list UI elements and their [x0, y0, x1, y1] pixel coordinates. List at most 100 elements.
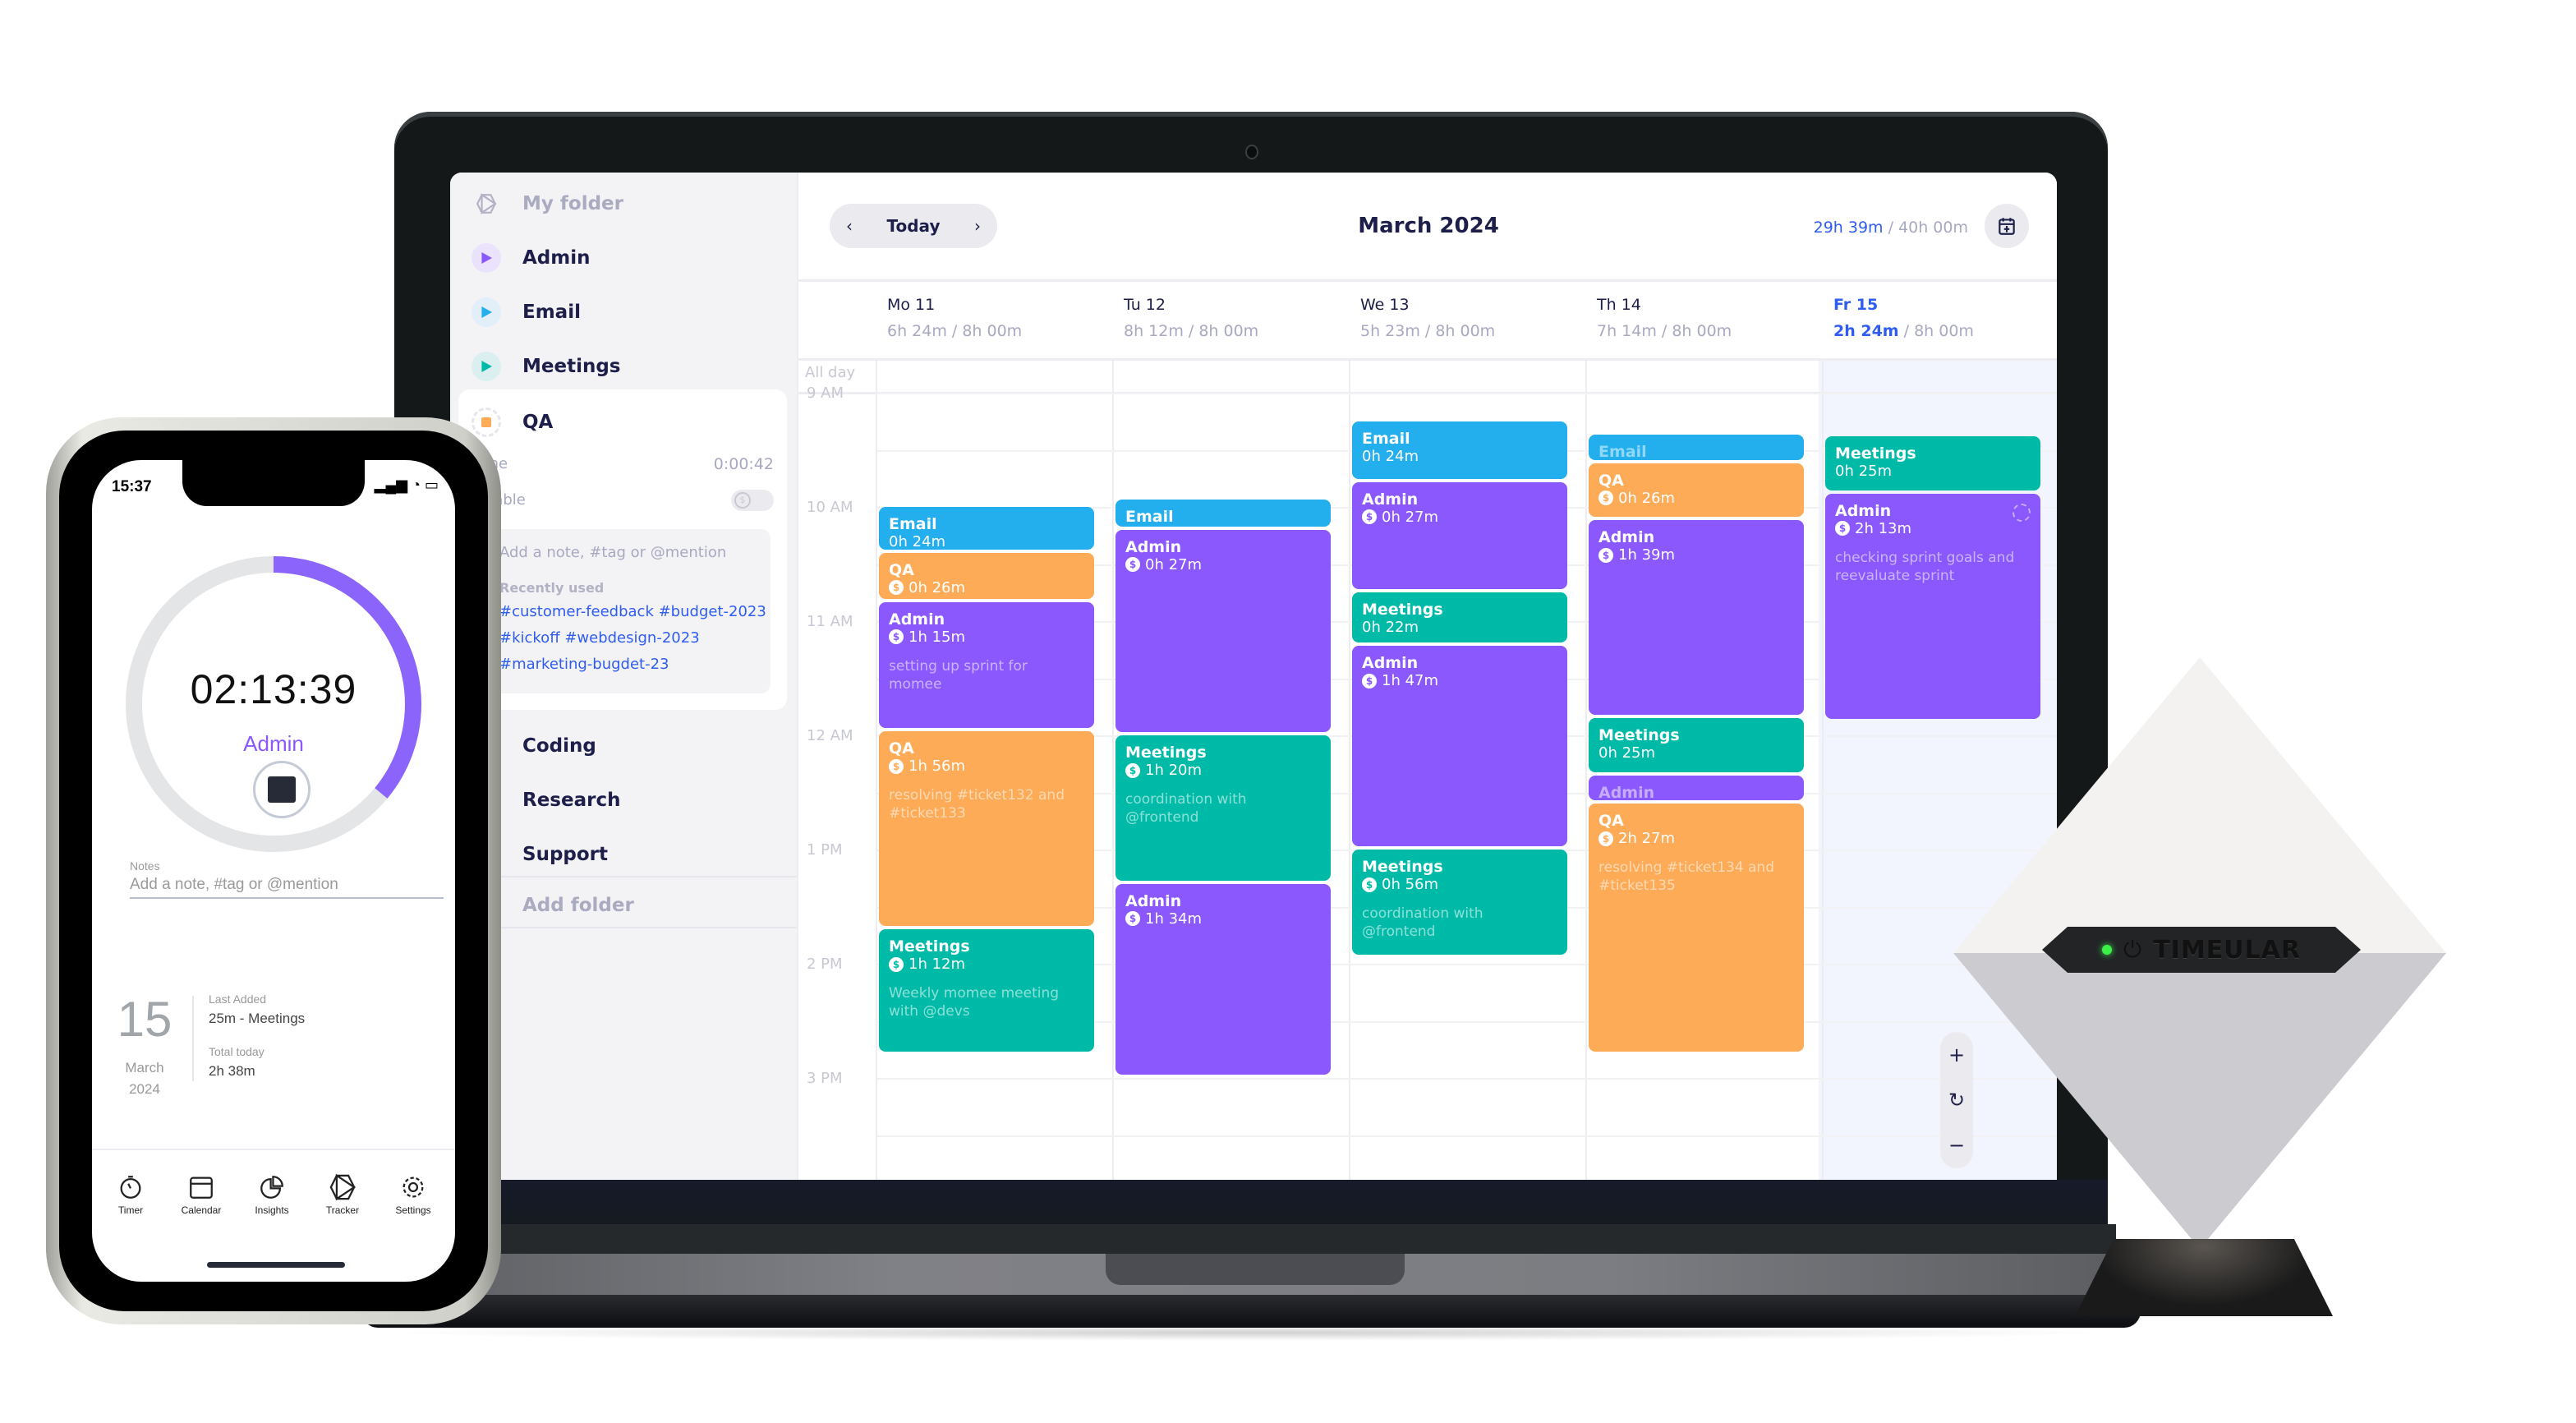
date-month: March [125, 1060, 164, 1075]
notes-input[interactable]: Add a note, #tag or @mention [130, 876, 444, 899]
add-folder-label: Add folder [522, 895, 634, 916]
sidebar-item-support[interactable]: Support [522, 833, 608, 876]
play-icon[interactable] [472, 297, 501, 327]
sidebar-item-email[interactable]: Email [472, 291, 581, 334]
time-entry[interactable]: Email0h 24m [1352, 421, 1567, 479]
notes-label: Notes [130, 859, 160, 873]
time-entry[interactable]: Meetings 0h 22m [1352, 592, 1567, 643]
day-header[interactable]: Tu 12 8h 12m / 8h 00m [1124, 296, 1258, 340]
entry-duration: 0h 25m [1598, 744, 1656, 762]
tab-insights[interactable]: Insights [237, 1173, 307, 1216]
day-header[interactable]: Mo 11 6h 24m / 8h 00m [887, 296, 1022, 340]
all-day-row [798, 358, 2057, 394]
time-entry[interactable]: Meetings $0h 56m coordination with @fronte… [1352, 850, 1567, 956]
tab-calendar[interactable]: Calendar [166, 1173, 237, 1216]
time-entry[interactable]: Admin $1h 39m [1589, 520, 1804, 716]
entry-title: Meetings [1125, 744, 1207, 762]
sidebar-item-research[interactable]: Research [522, 779, 620, 822]
time-entry[interactable]: Email [1589, 434, 1804, 460]
entry-duration-row: $0h 26m [889, 579, 1084, 596]
entry-duration-row: $1h 34m [1125, 910, 1321, 928]
time-entry[interactable]: Meetings 0h 25m [1589, 718, 1804, 772]
entry-title: QA [1598, 812, 1624, 831]
billable-icon: $ [1598, 490, 1613, 506]
entry-duration-row: 0h 25m [1598, 744, 1794, 762]
entry-duration: 0h 26m [908, 578, 966, 596]
phone-notch [182, 460, 365, 506]
timer-display: 02:13:39 [190, 666, 357, 712]
sidebar-item-label: Email [522, 302, 581, 323]
time-entry[interactable]: Email0h 24m [879, 507, 1094, 550]
calendar-add-button[interactable] [1985, 204, 2029, 248]
time-entry[interactable]: QA $1h 56m resolving #ticket132 and #ticke… [879, 731, 1094, 927]
device-brand: TIMEULAR [2153, 935, 2301, 965]
day-goal: / 8h 00m [1656, 322, 1732, 340]
sidebar-item-label: QA [522, 412, 554, 433]
laptop-notch [1106, 1254, 1405, 1285]
time-entry[interactable]: Admin $1h 47m [1352, 646, 1567, 846]
time-entry[interactable]: Meetings 0h 25m [1825, 436, 2040, 490]
sidebar-item-label: Support [522, 844, 609, 865]
tab-label: Insights [255, 1204, 289, 1216]
day-header[interactable]: Th 14 7h 14m / 8h 00m [1597, 296, 1732, 340]
day-tracked: 8h 12m [1124, 322, 1184, 340]
last-added-value: 25m - Meetings [209, 1011, 306, 1026]
note-input[interactable]: Add a note, #tag or @mention Recently us… [483, 529, 770, 693]
sidebar-item-qa[interactable]: QA [472, 401, 553, 444]
play-icon[interactable] [472, 243, 501, 273]
grid-line [877, 1135, 2057, 1137]
timer-activity: Admin [243, 731, 304, 756]
stop-icon[interactable] [472, 408, 501, 437]
billable-toggle[interactable]: $ [731, 490, 774, 511]
entry-duration: 1h 12m [908, 956, 966, 974]
day-tracked: 5h 23m [1360, 322, 1420, 340]
add-folder-button[interactable]: Add folder [522, 884, 634, 927]
time-entry[interactable]: Admin $1h 34m [1116, 883, 1331, 1075]
time-entry[interactable]: QA $0h 26m [879, 552, 1094, 599]
time-entry[interactable]: Meetings $1h 20m coordination with @fronte… [1116, 735, 1331, 881]
tab-tracker[interactable]: Tracker [307, 1173, 378, 1216]
billable-icon: $ [889, 758, 904, 774]
entry-duration-row: 0h 22m [1362, 619, 1557, 636]
recent-tag[interactable]: #marketing-bugdet-23 [499, 656, 669, 673]
day-header[interactable]: We 13 5h 23m / 8h 00m [1360, 296, 1495, 340]
day-goal: / 8h 00m [1419, 322, 1496, 340]
time-entry[interactable]: Admin [1589, 775, 1804, 801]
time-entry[interactable]: Admin $1h 15m setting up sprint for momee [879, 601, 1094, 729]
tab-timer[interactable]: Timer [95, 1173, 166, 1216]
time-entry[interactable]: Admin $0h 27m [1116, 529, 1331, 732]
recent-tag[interactable]: #customer-feedback #budget-2023 [499, 603, 766, 620]
billable-icon: $ [889, 580, 904, 596]
active-activity-card: QA Time 0:00:42 Billable $ Add a note, #… [458, 389, 787, 710]
billable-icon: $ [1362, 509, 1377, 525]
stop-button[interactable] [253, 761, 310, 818]
billable-icon: $ [1362, 877, 1377, 892]
week-goal: / 40h 00m [1883, 219, 1968, 237]
hour-label: 1 PM [807, 841, 843, 859]
sidebar-item-admin[interactable]: Admin [472, 237, 591, 279]
tracker-device-badge: ⏻ TIMEULAR [2042, 927, 2361, 973]
tab-settings[interactable]: Settings [378, 1173, 448, 1216]
tab-label: Calendar [181, 1204, 222, 1216]
sidebar-item-label: Coding [522, 735, 596, 757]
sidebar-header[interactable]: My folder [472, 182, 623, 225]
entry-title: Admin [1598, 528, 1655, 547]
laptop-foot [361, 1295, 2141, 1328]
gear-icon [402, 1177, 424, 1198]
time-entry[interactable]: QA $2h 27m resolving #ticket134 and #ticke… [1589, 804, 1804, 1052]
play-icon[interactable] [472, 352, 501, 381]
time-entry[interactable]: Meetings $1h 12m Weekly momee meeting with… [879, 929, 1094, 1052]
time-entry[interactable]: Admin $0h 27m [1352, 481, 1567, 590]
total-today-value: 2h 38m [209, 1063, 255, 1079]
time-entry[interactable]: QA $0h 26m [1589, 463, 1804, 518]
day-summary: 5h 23m / 8h 00m [1360, 322, 1495, 340]
sidebar-item-coding[interactable]: Coding [522, 725, 596, 767]
time-entry[interactable]: Email0h 24m [1116, 499, 1331, 527]
day-name: Mo 11 [887, 296, 936, 314]
day-summary: 7h 14m / 8h 00m [1597, 322, 1732, 340]
day-header[interactable]: Fr 15 2h 24m / 8h 00m [1833, 296, 1974, 340]
sidebar-item-meetings[interactable]: Meetings [472, 345, 621, 388]
recently-used-label: Recently used [499, 580, 605, 596]
column-divider [1585, 358, 1587, 1180]
recent-tag[interactable]: #kickoff #webdesign-2023 [499, 629, 700, 647]
